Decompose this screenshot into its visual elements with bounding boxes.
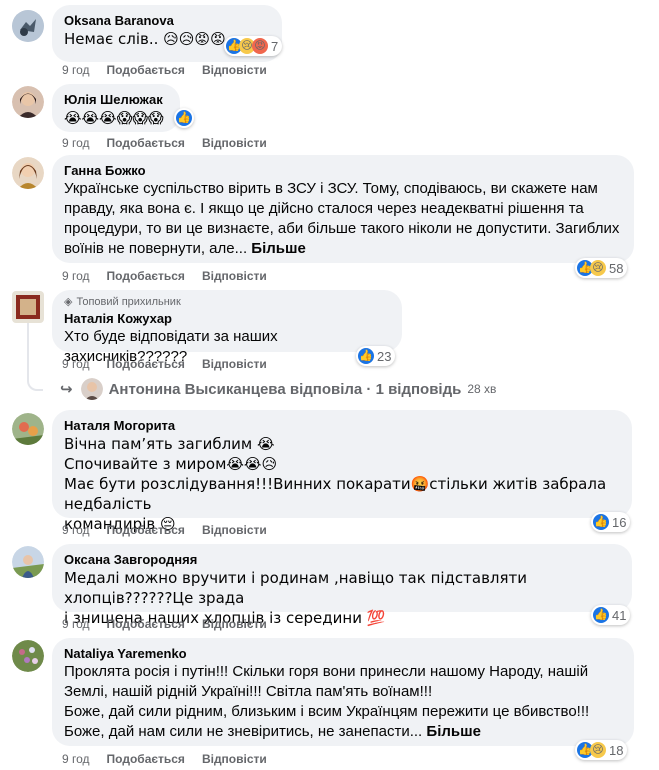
reaction-count: 18 [609, 742, 624, 758]
like-button[interactable]: Подобається [107, 136, 185, 150]
reaction-count: 16 [612, 514, 627, 530]
like-icon: 👍 [593, 514, 609, 530]
like-button[interactable]: Подобається [107, 617, 185, 631]
reaction-summary[interactable]: 👍 😢 😡 7 [224, 36, 283, 56]
avatar[interactable] [12, 546, 44, 578]
replies-summary[interactable]: ↪ Антонина Высиканцева відповіла · 1 від… [60, 378, 496, 400]
reply-button[interactable]: Відповісти [202, 269, 267, 283]
reply-button[interactable]: Відповісти [202, 136, 267, 150]
top-fan-badge: ◈ Топовий прихильник [64, 295, 390, 309]
like-icon: 👍 [593, 607, 609, 623]
comment-time[interactable]: 9 год [62, 523, 90, 537]
avatar[interactable] [12, 157, 44, 189]
reply-time: 28 хв [467, 382, 497, 396]
reaction-count: 41 [612, 607, 627, 623]
like-button[interactable]: Подобається [107, 269, 185, 283]
comment-author[interactable]: Nataliya Yaremenko [64, 645, 622, 662]
comment-text-line: Землі, нашій рідній Україні!!! Світла па… [64, 683, 433, 700]
sad-icon: 😢 [590, 742, 606, 758]
like-button[interactable]: Подобається [107, 357, 185, 371]
comment-text-line: процедури, то ви це визнаєте, аби більше… [64, 220, 620, 237]
comment-text-line: правду, яка вона є. І якщо це дійсно ста… [64, 200, 584, 217]
comment-text-line: Боже, дай сили рідним, близьким і всим У… [64, 703, 590, 720]
comment-time[interactable]: 9 год [62, 617, 90, 631]
like-button[interactable]: Подобається [107, 523, 185, 537]
angry-icon: 😡 [252, 38, 268, 54]
reaction-count: 23 [377, 348, 392, 364]
reply-button[interactable]: Відповісти [202, 523, 267, 537]
comment-bubble: Юлія Шелюжак 😭😭😭😱😱😱 [52, 84, 180, 132]
comment-text-line: Має бути розслідування!!!Винних покарати… [64, 475, 607, 513]
avatar[interactable] [12, 413, 44, 445]
comment-bubble: ◈ Топовий прихильник Наталія Кожухар Хто … [52, 290, 402, 365]
sad-icon: 😢 [590, 260, 606, 276]
avatar[interactable] [12, 640, 44, 672]
reply-button[interactable]: Відповісти [202, 63, 267, 77]
like-button[interactable]: Подобається [107, 752, 185, 766]
avatar[interactable] [12, 86, 44, 118]
like-button[interactable]: Подобається [107, 63, 185, 77]
reaction-count: 58 [609, 260, 624, 276]
comment-meta: 9 год Подобається Відповісти [62, 752, 267, 766]
comment-text-line: Медалі можно вручити і родинам ,навіщо т… [64, 569, 528, 607]
diamond-icon: ◈ [64, 296, 73, 308]
reaction-summary[interactable]: 👍 [174, 108, 194, 128]
see-more-link[interactable]: Більше [251, 240, 306, 257]
comment-time[interactable]: 9 год [62, 136, 90, 150]
comment-meta: 9 год Подобається Відповісти [62, 63, 267, 77]
comment-bubble: Наталя Могорита Вічна пам’ять загиблим 😭… [52, 410, 632, 533]
comment-text: 😭😭😭😱😱😱 [64, 109, 164, 127]
comment-text-last: Боже, дай нам сили не зневіритись, не за… [64, 723, 423, 740]
comment-text-line: Українське суспільство вірить в ЗСУ і ЗС… [64, 180, 598, 197]
comment-text-line: воїнів не повернути, але... Більше [64, 239, 622, 259]
avatar[interactable] [80, 378, 103, 400]
comment-author[interactable]: Наталя Могорита [64, 417, 620, 434]
reply-arrow-icon: ↪ [60, 381, 73, 398]
comment-author[interactable]: Наталія Кожухар [64, 310, 390, 327]
replies-summary-text: Антонина Высиканцева відповіла · 1 відпо… [108, 380, 462, 398]
comment-text-line: Спочивайте з миром😭😭😥 [64, 455, 278, 473]
reaction-summary[interactable]: 👍 😢 58 [575, 258, 628, 278]
comment-time[interactable]: 9 год [62, 752, 90, 766]
comment-time[interactable]: 9 год [62, 269, 90, 283]
comment-author[interactable]: Ганна Божко [64, 162, 622, 179]
reaction-summary[interactable]: 👍 23 [356, 346, 396, 366]
reply-button[interactable]: Відповісти [202, 617, 267, 631]
comment-meta: 9 год Подобається Відповісти [62, 269, 267, 283]
like-icon: 👍 [176, 110, 192, 126]
comment-meta: 9 год Подобається Відповісти [62, 617, 267, 631]
comment-text-line: Проклята росія і путін!!! Скільки горя в… [64, 663, 589, 680]
comment-time[interactable]: 9 год [62, 63, 90, 77]
reaction-summary[interactable]: 👍 😢 18 [575, 740, 628, 760]
reaction-summary[interactable]: 👍 41 [591, 605, 631, 625]
thread-connector [27, 323, 43, 391]
comment-author[interactable]: Оксана Завгородняя [64, 551, 620, 568]
comment-bubble: Nataliya Yaremenko Проклята росія і путі… [52, 638, 634, 746]
comment-meta: 9 год Подобається Відповісти [62, 136, 267, 150]
badge-label: Топовий прихильник [76, 296, 181, 308]
like-icon: 👍 [358, 348, 374, 364]
comment-bubble: Ганна Божко Українське суспільство вірит… [52, 155, 634, 263]
avatar[interactable] [12, 10, 44, 42]
comment-text-line: Вічна пам’ять загиблим 😭 [64, 435, 275, 453]
reaction-count: 7 [271, 38, 279, 54]
comment-meta: 9 год Подобається Відповісти [62, 523, 267, 537]
comment-meta: 9 год Подобається Відповісти [62, 357, 267, 371]
comment-author[interactable]: Oksana Baranova [64, 12, 270, 29]
comment-author[interactable]: Юлія Шелюжак [64, 91, 168, 108]
see-more-link[interactable]: Більше [426, 723, 481, 740]
reaction-summary[interactable]: 👍 16 [591, 512, 631, 532]
comment-text-last: воїнів не повернути, але... [64, 240, 248, 257]
avatar[interactable] [12, 291, 44, 323]
comment-text-line: Боже, дай нам сили не зневіритись, не за… [64, 722, 622, 742]
comment-bubble: Оксана Завгородняя Медалі можно вручити … [52, 544, 632, 627]
comment-time[interactable]: 9 год [62, 357, 90, 371]
reply-button[interactable]: Відповісти [202, 752, 267, 766]
reply-button[interactable]: Відповісти [202, 357, 267, 371]
